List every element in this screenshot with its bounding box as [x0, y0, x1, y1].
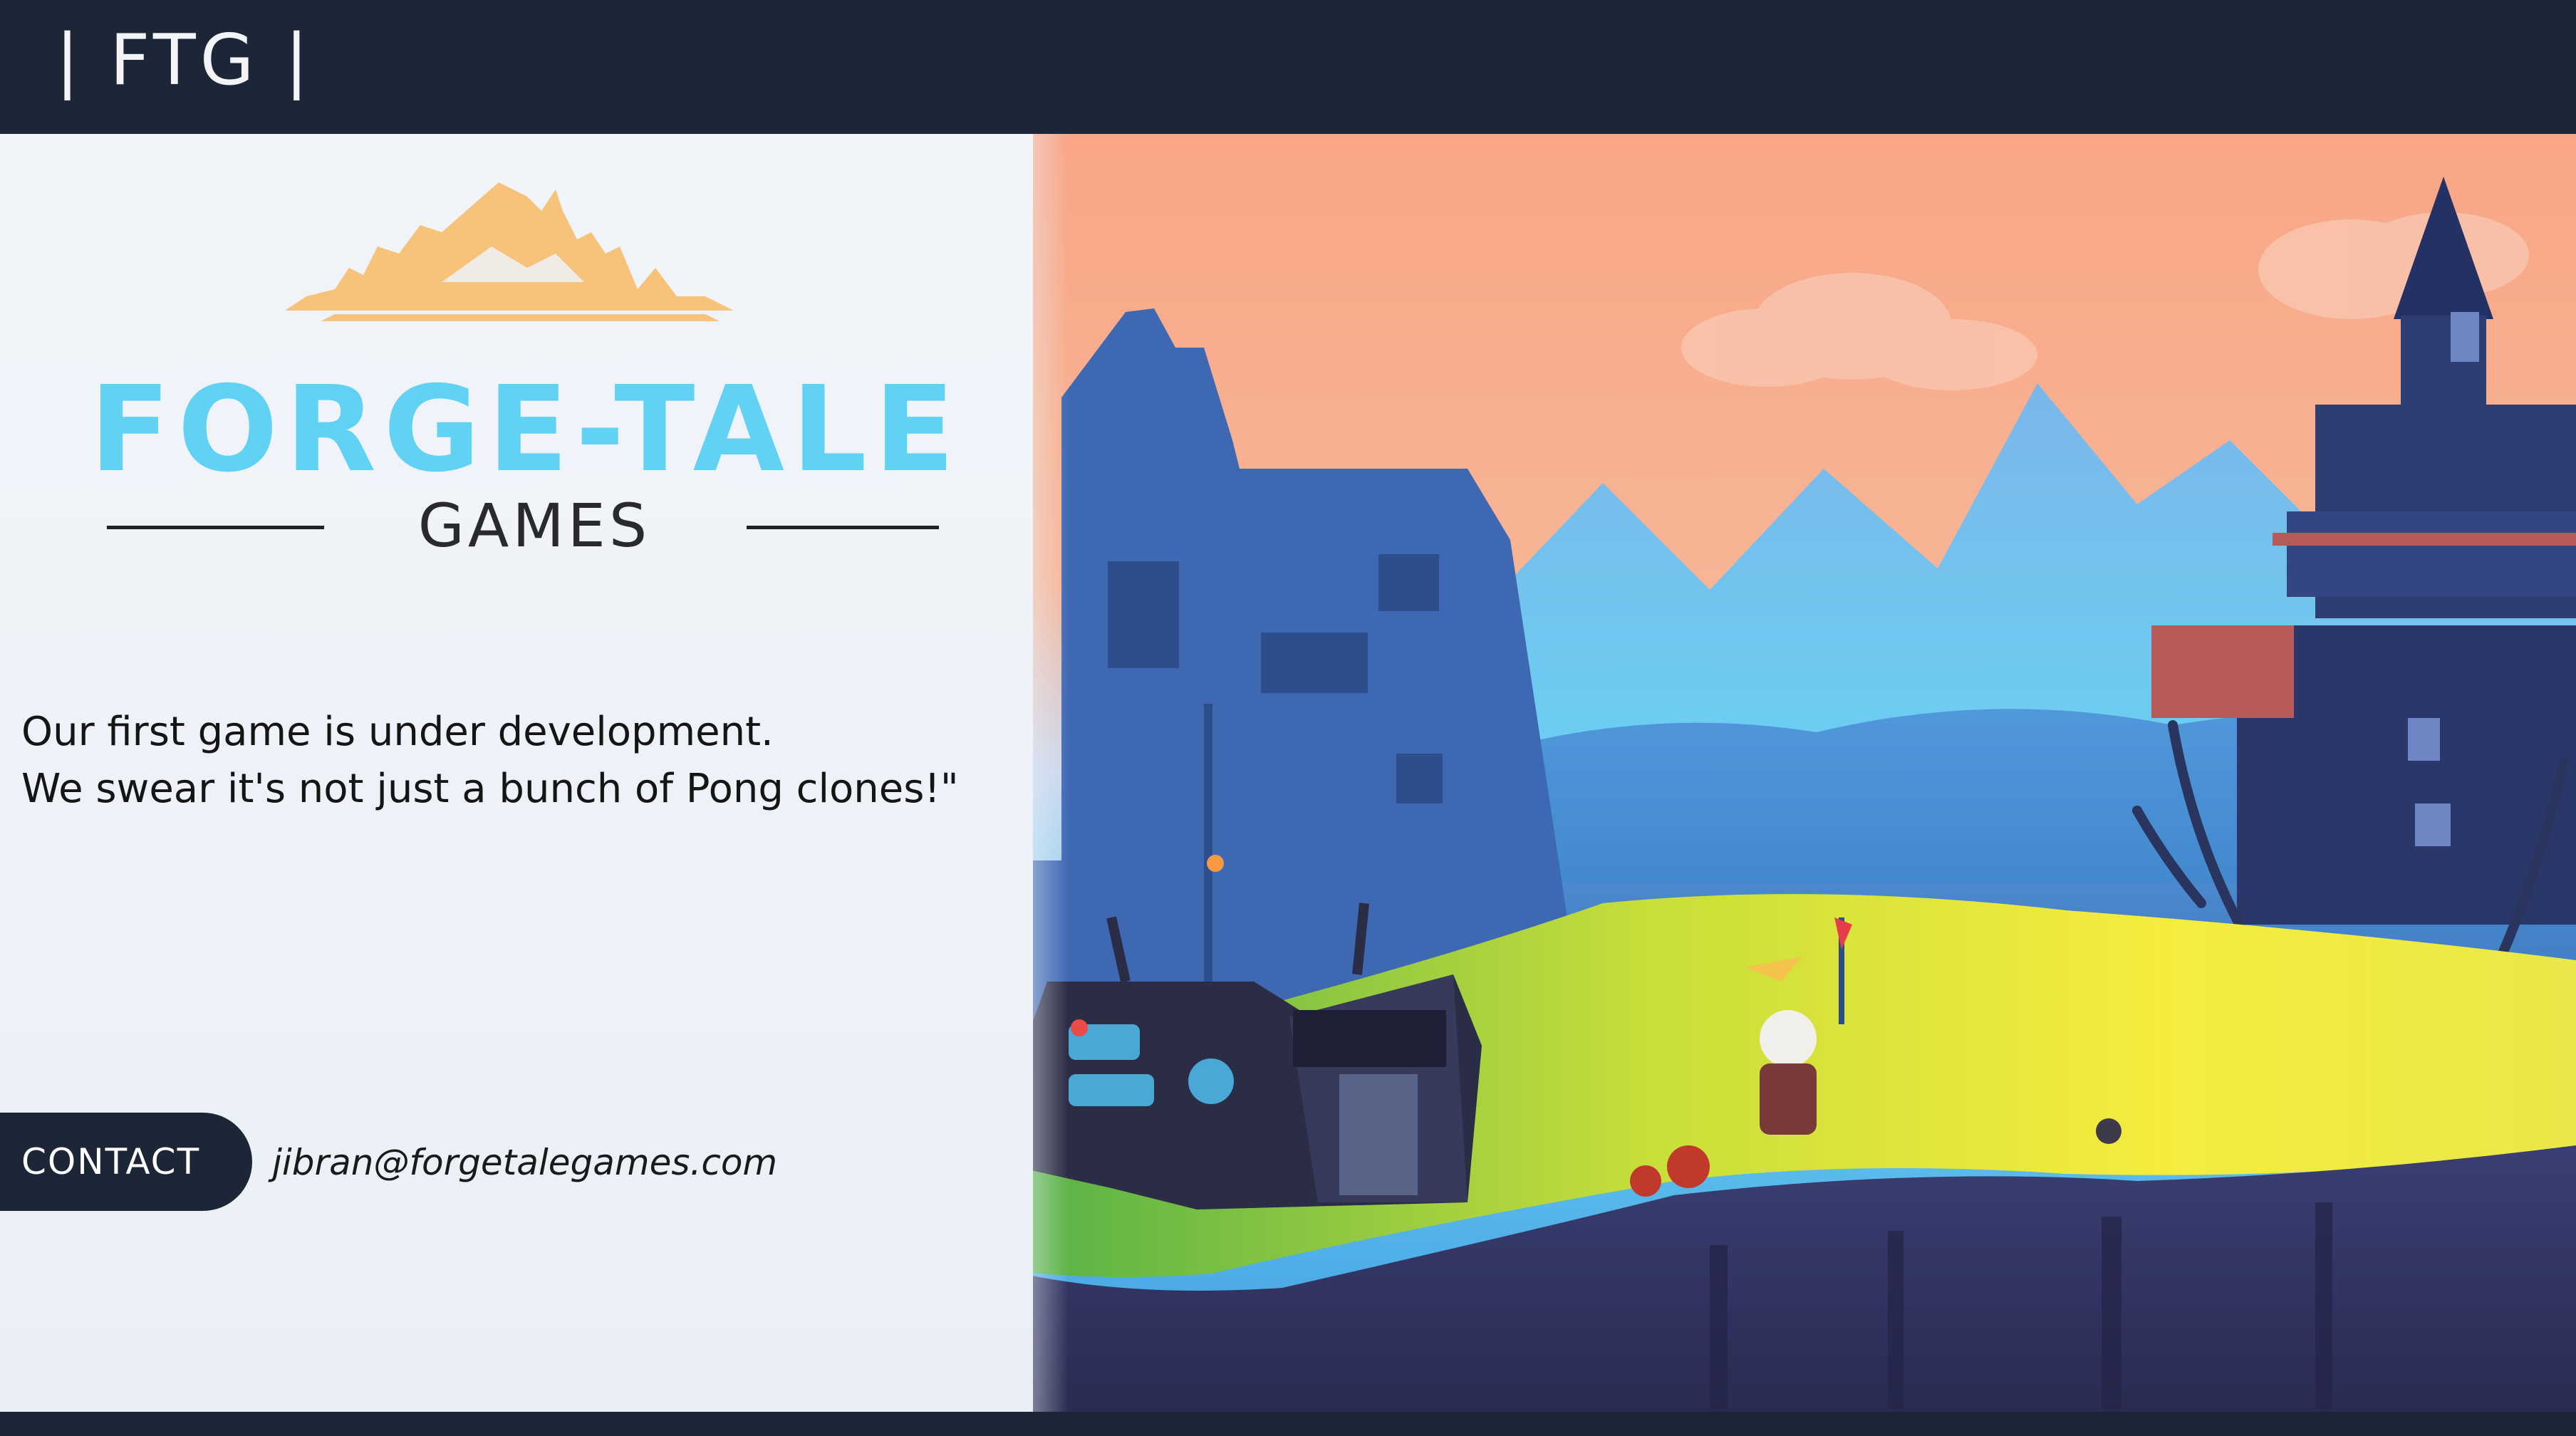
tagline-line-1: Our first game is under development. — [21, 709, 774, 755]
tagline: Our first game is under development. We … — [21, 704, 959, 818]
logo-divider-left — [107, 526, 324, 529]
mountain-castle-logo-icon — [285, 182, 734, 321]
logo-title: FORGE-TALE — [89, 361, 962, 499]
hero-section: FORGE-TALE GAMES Our first game is under… — [0, 134, 2576, 1412]
top-nav-bar: | FTG | — [0, 0, 2576, 134]
bottom-bar — [0, 1412, 2576, 1436]
brand-logo-text[interactable]: | FTG | — [56, 14, 313, 107]
tagline-line-2: We swear it's not just a bunch of Pong c… — [21, 766, 959, 812]
logo-divider-right — [747, 526, 939, 529]
contact-button[interactable]: CONTACT — [0, 1113, 252, 1211]
logo-subtitle: GAMES — [417, 491, 651, 561]
contact-email-link[interactable]: jibran@forgetalegames.com — [272, 1134, 777, 1191]
logo-subtitle-row: GAMES — [107, 490, 940, 561]
